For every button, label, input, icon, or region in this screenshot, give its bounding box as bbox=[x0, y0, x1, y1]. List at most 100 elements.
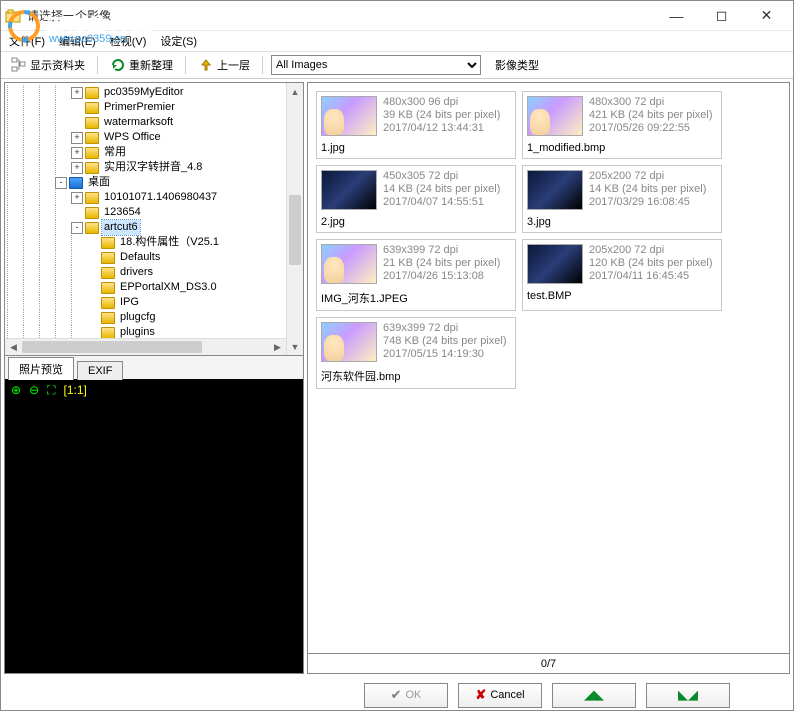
thumbnail-meta: 450x305 72 dpi 14 KB (24 bits per pixel)… bbox=[383, 170, 500, 210]
tree-node[interactable]: +pc0359MyEditor bbox=[7, 85, 303, 100]
thumbnail-card[interactable]: 480x300 96 dpi 39 KB (24 bits per pixel)… bbox=[316, 91, 516, 159]
tree-node[interactable]: + 常用 bbox=[7, 145, 303, 160]
tree-node[interactable]: Defaults bbox=[7, 250, 303, 265]
zoom-fit-icon[interactable]: ⛶ bbox=[47, 383, 55, 398]
scroll-down-icon[interactable]: ▼ bbox=[287, 338, 303, 355]
tree-node[interactable]: - artcut6 bbox=[7, 220, 303, 235]
tree-toggle-icon[interactable]: + bbox=[71, 87, 83, 99]
tree-node[interactable]: + 实用汉字转拼音_4.8 bbox=[7, 160, 303, 175]
tree-toggle-icon[interactable]: - bbox=[71, 222, 83, 234]
thumbnail-filename: 2.jpg bbox=[321, 216, 511, 228]
filter-label: 影像类型 bbox=[495, 57, 539, 73]
tree-node[interactable]: +10101071.1406980437 bbox=[7, 190, 303, 205]
tree-node[interactable]: 18.构件属性（V25.1 bbox=[7, 235, 303, 250]
thumbnail-card[interactable]: 480x300 72 dpi 421 KB (24 bits per pixel… bbox=[522, 91, 722, 159]
folder-icon bbox=[85, 87, 99, 99]
thumbnail-card[interactable]: 639x399 72 dpi 21 KB (24 bits per pixel)… bbox=[316, 239, 516, 311]
tree-node[interactable]: drivers bbox=[7, 265, 303, 280]
rotate-left-button[interactable]: ◢◣ bbox=[552, 683, 636, 708]
tree-node[interactable]: watermarksoft bbox=[7, 115, 303, 130]
tree-label: Defaults bbox=[118, 250, 162, 265]
scroll-up-icon[interactable]: ▲ bbox=[287, 83, 303, 100]
tree-node[interactable]: 123654 bbox=[7, 205, 303, 220]
zoom-out-icon[interactable]: ⊖ bbox=[29, 383, 39, 397]
tree-label: watermarksoft bbox=[102, 115, 175, 130]
dialog-buttons: ✔ OK ✘ Cancel ◢◣ ◣◢ bbox=[304, 679, 790, 711]
menu-view[interactable]: 检视(V) bbox=[110, 33, 147, 49]
thumbnail-meta: 205x200 72 dpi 14 KB (24 bits per pixel)… bbox=[589, 170, 706, 210]
tree-toggle-icon[interactable]: + bbox=[71, 192, 83, 204]
thumbnail-card[interactable]: 450x305 72 dpi 14 KB (24 bits per pixel)… bbox=[316, 165, 516, 233]
tab-exif[interactable]: EXIF bbox=[77, 361, 123, 380]
app-icon bbox=[5, 8, 21, 24]
folder-icon bbox=[85, 147, 99, 159]
thumb-size: 14 KB (24 bits per pixel) bbox=[589, 183, 706, 196]
thumb-date: 2017/04/12 13:44:31 bbox=[383, 122, 500, 135]
tree-label: WPS Office bbox=[102, 130, 163, 145]
filter-select[interactable]: All Images bbox=[271, 55, 481, 75]
tree-label: EPPortalXM_DS3.0 bbox=[118, 280, 219, 295]
thumbnail-card[interactable]: 639x399 72 dpi 748 KB (24 bits per pixel… bbox=[316, 317, 516, 389]
tree-node[interactable]: plugcfg bbox=[7, 310, 303, 325]
up-label: 上一层 bbox=[217, 57, 250, 73]
left-panel: +pc0359MyEditorPrimerPremierwatermarksof… bbox=[4, 82, 304, 674]
tree-node[interactable]: PrimerPremier bbox=[7, 100, 303, 115]
tree-scrollbar-v[interactable]: ▲ ▼ bbox=[286, 83, 303, 355]
scroll-right-icon[interactable]: ▶ bbox=[269, 339, 286, 355]
thumbnail-card[interactable]: 205x200 72 dpi 120 KB (24 bits per pixel… bbox=[522, 239, 722, 311]
thumbnail-filename: test.BMP bbox=[527, 290, 717, 302]
zoom-in-icon[interactable]: ⊕ bbox=[11, 383, 21, 397]
zoom-actual-icon[interactable]: [1:1] bbox=[64, 383, 87, 397]
thumb-size: 14 KB (24 bits per pixel) bbox=[383, 183, 500, 196]
thumbnail-meta: 639x399 72 dpi 21 KB (24 bits per pixel)… bbox=[383, 244, 500, 284]
thumbnail-grid[interactable]: 480x300 96 dpi 39 KB (24 bits per pixel)… bbox=[307, 82, 790, 654]
tree-label: IPG bbox=[118, 295, 141, 310]
thumb-dims: 480x300 96 dpi bbox=[383, 96, 500, 109]
thumbnail-filename: 河东软件园.bmp bbox=[321, 368, 511, 384]
thumbnail-image bbox=[321, 244, 377, 284]
scroll-thumb-h[interactable] bbox=[22, 341, 202, 353]
rotate-right-button[interactable]: ◣◢ bbox=[646, 683, 730, 708]
folder-icon bbox=[85, 102, 99, 114]
up-arrow-icon bbox=[198, 57, 214, 73]
titlebar: 请选择一个影像 — ◻ ✕ bbox=[1, 1, 793, 31]
tree-label: 18.构件属性（V25.1 bbox=[118, 235, 221, 250]
menu-edit[interactable]: 编辑(E) bbox=[59, 33, 96, 49]
tree-scrollbar-h[interactable]: ◀ ▶ bbox=[5, 338, 286, 355]
up-button[interactable]: 上一层 bbox=[194, 55, 254, 75]
tree-toggle-icon[interactable]: + bbox=[71, 147, 83, 159]
show-folders-button[interactable]: 显示资料夹 bbox=[7, 55, 89, 75]
thumbnail-filename: IMG_河东1.JPEG bbox=[321, 290, 511, 306]
scroll-thumb-v[interactable] bbox=[289, 195, 301, 265]
refresh-button[interactable]: 重新整理 bbox=[106, 55, 177, 75]
tree-label: artcut6 bbox=[102, 220, 140, 235]
cancel-button[interactable]: ✘ Cancel bbox=[458, 683, 542, 708]
folder-icon bbox=[85, 132, 99, 144]
thumb-dims: 205x200 72 dpi bbox=[589, 244, 713, 257]
thumbnail-filename: 1_modified.bmp bbox=[527, 142, 717, 154]
tree-label: 实用汉字转拼音_4.8 bbox=[102, 160, 204, 175]
ok-button[interactable]: ✔ OK bbox=[364, 683, 448, 708]
tree-toggle-icon[interactable]: + bbox=[71, 162, 83, 174]
tab-preview[interactable]: 照片预览 bbox=[8, 357, 74, 380]
folder-icon bbox=[101, 237, 115, 249]
tree-label: 常用 bbox=[102, 145, 128, 160]
tree-node[interactable]: EPPortalXM_DS3.0 bbox=[7, 280, 303, 295]
tree-node[interactable]: + WPS Office bbox=[7, 130, 303, 145]
thumbnail-meta: 480x300 96 dpi 39 KB (24 bits per pixel)… bbox=[383, 96, 500, 136]
refresh-icon bbox=[110, 57, 126, 73]
close-button[interactable]: ✕ bbox=[744, 2, 789, 30]
menu-file[interactable]: 文件(F) bbox=[9, 33, 45, 49]
minimize-button[interactable]: — bbox=[654, 2, 699, 30]
folder-tree[interactable]: +pc0359MyEditorPrimerPremierwatermarksof… bbox=[5, 83, 303, 355]
tree-node[interactable]: -桌面 bbox=[7, 175, 303, 190]
tree-toggle-icon[interactable]: + bbox=[71, 132, 83, 144]
maximize-button[interactable]: ◻ bbox=[699, 2, 744, 30]
tree-toggle-icon[interactable]: - bbox=[55, 177, 67, 189]
rotate-left-icon: ◢◣ bbox=[584, 687, 604, 703]
menu-settings[interactable]: 设定(S) bbox=[160, 33, 197, 49]
tree-node[interactable]: IPG bbox=[7, 295, 303, 310]
scroll-left-icon[interactable]: ◀ bbox=[5, 339, 22, 355]
thumbnail-card[interactable]: 205x200 72 dpi 14 KB (24 bits per pixel)… bbox=[522, 165, 722, 233]
cancel-label: Cancel bbox=[490, 689, 524, 701]
